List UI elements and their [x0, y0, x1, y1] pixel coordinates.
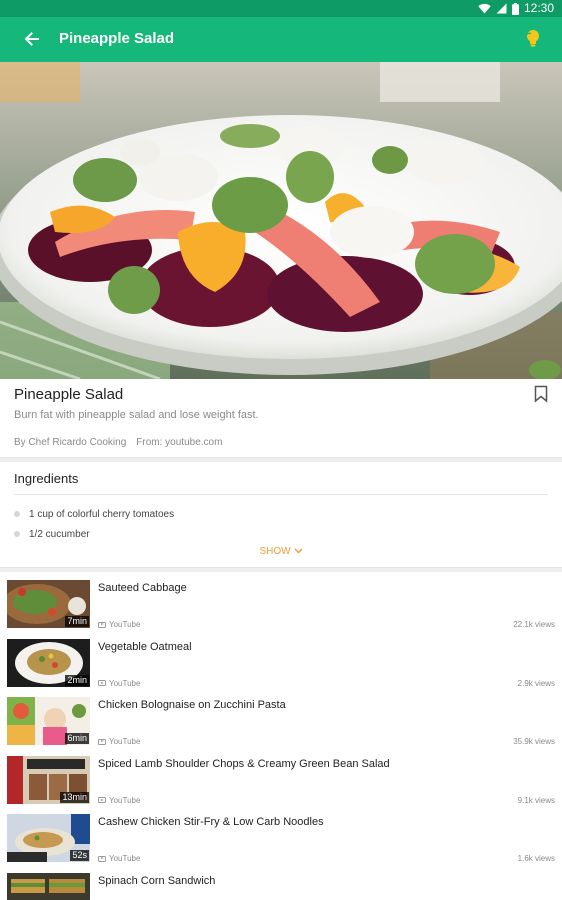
video-item[interactable]: 2min Vegetable Oatmeal YouTube 2.9k view… [0, 631, 562, 690]
chevron-down-icon [294, 548, 303, 554]
ingredient-item: 1 cup of colorful cherry tomatoes [14, 504, 174, 524]
show-more-button[interactable]: SHOW [0, 546, 562, 557]
video-item[interactable]: 13min Spiced Lamb Shoulder Chops & Cream… [0, 748, 562, 807]
recipe-title: Pineapple Salad [14, 386, 124, 403]
video-source-label: YouTube [109, 620, 141, 629]
video-source-label: YouTube [109, 678, 141, 688]
ingredient-text: 1 cup of colorful cherry tomatoes [29, 508, 175, 520]
video-source-label: YouTube [109, 795, 141, 805]
ingredients-heading: Ingredients [14, 471, 79, 486]
youtube-icon [98, 680, 106, 686]
bullet-icon [14, 531, 20, 537]
video-source: YouTube [98, 737, 140, 746]
youtube-icon [98, 855, 106, 862]
video-item[interactable]: 52s Cashew Chicken Stir-Fry & Low Carb N… [0, 806, 562, 865]
video-title: Vegetable Oatmeal [98, 640, 192, 653]
video-thumbnail: 13min [7, 755, 90, 804]
video-source: YouTube [98, 854, 140, 863]
video-source: YouTube [98, 796, 140, 805]
video-source: YouTube [98, 620, 140, 629]
video-source-label: YouTube [109, 737, 141, 746]
recipe-info-card: Pineapple Salad Burn fat with pineapple … [0, 379, 562, 458]
video-thumbnail [7, 872, 90, 900]
video-views: 22.1k views [513, 620, 555, 629]
video-views: 2.9k views [517, 678, 555, 688]
video-list: 7min Sauteed Cabbage YouTube 22.1k views… [0, 572, 562, 900]
video-duration: 2min [65, 674, 89, 686]
battery-icon [511, 2, 519, 15]
video-item[interactable]: 6min Chicken Bolognaise on Zucchini Past… [0, 689, 562, 748]
status-icons: 12:30 [478, 1, 554, 16]
status-bar: 12:30 [0, 0, 562, 17]
lightbulb-icon[interactable] [524, 28, 542, 48]
page-title: Pineapple Salad [59, 30, 175, 47]
recipe-author: By Chef Ricardo Cooking [14, 437, 127, 448]
ingredients-list: 1 cup of colorful cherry tomatoes 1/2 cu… [14, 504, 174, 544]
video-views: 35.9k views [513, 737, 555, 746]
video-thumbnail: 2min [7, 638, 90, 687]
status-time: 12:30 [523, 1, 554, 15]
recipe-meta: By Chef Ricardo Cooking From: youtube.co… [14, 437, 222, 448]
show-more-label: SHOW [259, 546, 291, 557]
video-duration: 13min [60, 791, 89, 803]
video-title: Spinach Corn Sandwich [98, 874, 216, 887]
youtube-icon [98, 738, 106, 745]
recipe-hero-image [0, 62, 562, 379]
video-thumbnail: 6min [7, 697, 90, 745]
ingredient-text: 1/2 cucumber [29, 528, 90, 540]
video-title: Sauteed Cabbage [98, 582, 187, 594]
youtube-icon [98, 621, 106, 628]
bookmark-icon[interactable] [534, 385, 548, 403]
video-item[interactable]: 7min Sauteed Cabbage YouTube 22.1k views [0, 572, 562, 631]
divider [14, 494, 548, 495]
video-views: 1.6k views [517, 854, 555, 863]
video-duration: 7min [65, 616, 89, 627]
video-title: Spiced Lamb Shoulder Chops & Creamy Gree… [98, 757, 390, 770]
arrow-left-icon[interactable] [22, 29, 42, 49]
app-bar: Pineapple Salad [0, 17, 562, 62]
bullet-icon [14, 511, 20, 517]
video-thumbnail: 7min [7, 580, 90, 628]
video-source: YouTube [98, 679, 140, 688]
video-title: Cashew Chicken Stir-Fry & Low Carb Noodl… [98, 816, 324, 828]
video-title: Chicken Bolognaise on Zucchini Pasta [98, 699, 286, 711]
video-item[interactable]: Spinach Corn Sandwich [0, 865, 562, 900]
recipe-source[interactable]: From: youtube.com [136, 437, 222, 448]
wifi-icon [478, 3, 491, 14]
signal-icon [496, 3, 507, 14]
video-thumbnail: 52s [7, 814, 90, 862]
ingredients-section: Ingredients 1 cup of colorful cherry tom… [0, 462, 562, 568]
ingredient-item: 1/2 cucumber [14, 524, 174, 544]
recipe-description: Burn fat with pineapple salad and lose w… [14, 409, 259, 421]
video-duration: 6min [65, 733, 89, 744]
youtube-icon [98, 797, 106, 803]
video-source-label: YouTube [109, 854, 141, 863]
video-views: 9.1k views [517, 795, 555, 805]
video-duration: 52s [70, 850, 89, 861]
